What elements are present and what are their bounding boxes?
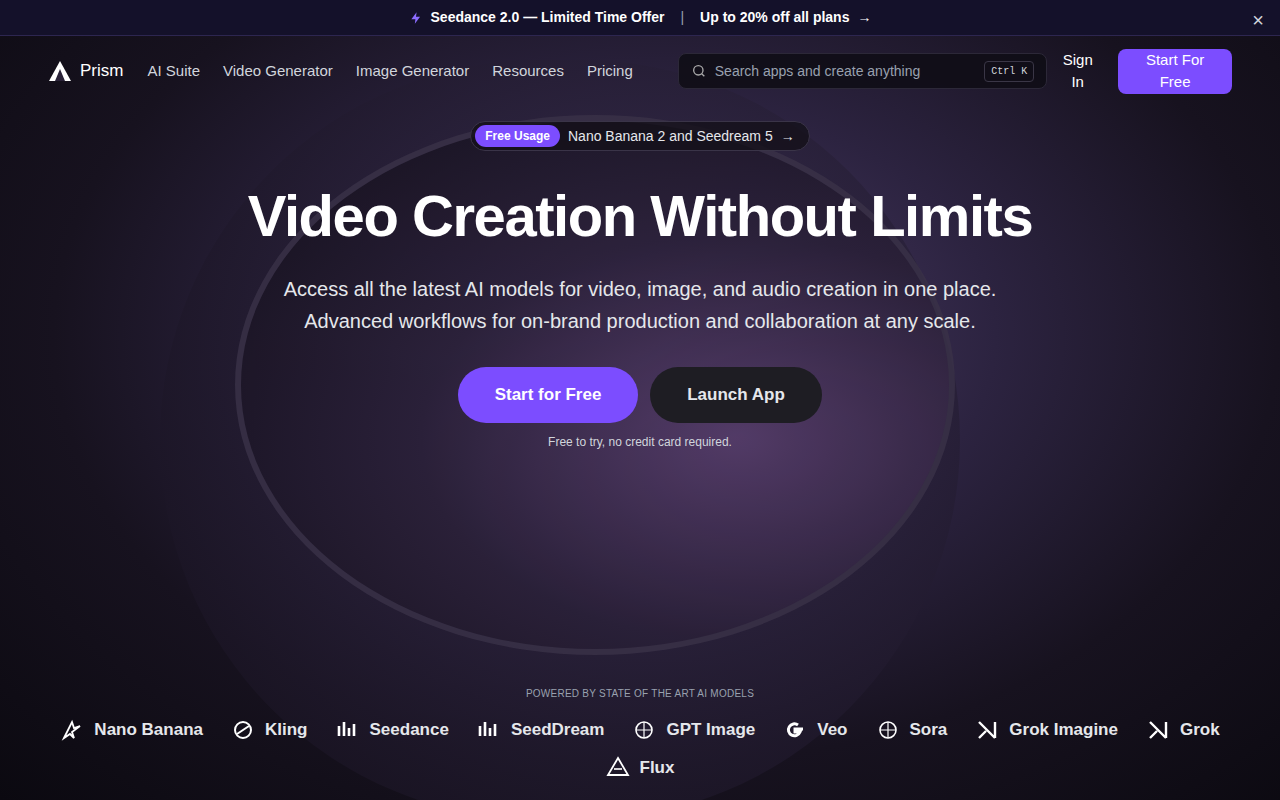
model-logo-icon	[876, 718, 900, 742]
model-logo-icon	[606, 755, 630, 779]
model-item: Flux	[606, 755, 675, 781]
model-logo-icon	[336, 718, 360, 742]
nav-link[interactable]: Image Generator	[356, 60, 469, 83]
hero-subtitle: Access all the latest AI models for vide…	[284, 273, 997, 337]
model-item: Grok	[1146, 717, 1220, 743]
model-item: Seedance	[336, 717, 449, 743]
sign-in-button[interactable]: Sign In	[1047, 49, 1108, 94]
banner-text: Seedance 2.0 — Limited Time Offer	[431, 7, 665, 28]
hero-buttons: Start for Free Launch App	[458, 367, 822, 423]
models-caption: POWERED BY STATE OF THE ART AI MODELS	[526, 686, 754, 701]
model-logo-icon	[231, 718, 255, 742]
logo-text: Prism	[80, 58, 123, 84]
search-input[interactable]	[715, 61, 976, 82]
model-logo-icon	[60, 718, 84, 742]
hero: Free Usage Nano Banana 2 and Seedream 5 …	[0, 106, 1280, 451]
model-name: Sora	[910, 717, 948, 743]
search-box[interactable]: Ctrl K	[678, 53, 1047, 89]
model-name: Seedance	[370, 717, 449, 743]
model-item: SeedDream	[477, 717, 605, 743]
nav-link[interactable]: Video Generator	[223, 60, 333, 83]
promo-banner[interactable]: Seedance 2.0 — Limited Time Offer | Up t…	[0, 0, 1280, 36]
launch-app-button[interactable]: Launch App	[650, 367, 822, 423]
navbar: Prism AI Suite Video Generator Image Gener…	[0, 36, 1280, 106]
model-item: Veo	[783, 717, 847, 743]
model-list: Nano Banana Kling Seedance SeedDream GPT Ima…	[50, 717, 1230, 780]
model-name: Kling	[265, 717, 308, 743]
model-name: Grok Imagine	[1009, 717, 1118, 743]
model-name: Veo	[817, 717, 847, 743]
bolt-icon	[409, 11, 423, 25]
logo[interactable]: Prism	[48, 58, 123, 84]
start-free-nav-button[interactable]: Start For Free	[1118, 49, 1232, 94]
model-logo-icon	[477, 718, 501, 742]
model-name: GPT Image	[666, 717, 755, 743]
model-logo-icon	[783, 718, 807, 742]
hero-title: Video Creation Without Limits	[248, 181, 1032, 251]
close-button[interactable]: ×	[1252, 6, 1264, 34]
banner-arrow[interactable]: →	[857, 7, 871, 28]
model-name: Grok	[1180, 717, 1220, 743]
banner-separator: |	[672, 7, 692, 28]
model-item: GPT Image	[632, 717, 755, 743]
models-section: POWERED BY STATE OF THE ART AI MODELS Na…	[0, 686, 1280, 780]
nav-link[interactable]: Pricing	[587, 60, 633, 83]
model-name: Flux	[640, 755, 675, 781]
subtitle-line: Access all the latest AI models for vide…	[284, 273, 997, 305]
free-usage-badge[interactable]: Free Usage Nano Banana 2 and Seedream 5 …	[470, 121, 809, 151]
model-name: SeedDream	[511, 717, 605, 743]
model-logo-icon	[632, 718, 656, 742]
badge-arrow: →	[781, 126, 795, 147]
nav-links: AI Suite Video Generator Image Generator Re…	[147, 60, 632, 83]
page: Seedance 2.0 — Limited Time Offer | Up t…	[0, 0, 1280, 800]
model-logo-icon	[1146, 718, 1170, 742]
banner-offer[interactable]: Up to 20% off all plans	[700, 7, 849, 28]
start-free-button[interactable]: Start for Free	[458, 367, 638, 423]
subtitle-line: Advanced workflows for on-brand producti…	[304, 305, 976, 337]
model-item: Nano Banana	[60, 717, 203, 743]
model-logo-icon	[975, 718, 999, 742]
model-item: Grok Imagine	[975, 717, 1118, 743]
hero-note: Free to try, no credit card required.	[548, 433, 732, 451]
nav-link[interactable]: AI Suite	[147, 60, 200, 83]
prism-logo-icon	[48, 60, 72, 82]
badge-label: Free Usage	[475, 125, 560, 147]
badge-text: Nano Banana 2 and Seedream 5	[568, 126, 773, 147]
model-item: Sora	[876, 717, 948, 743]
nav-link[interactable]: Resources	[492, 60, 564, 83]
search-icon	[691, 63, 707, 79]
shortcut-key: Ctrl K	[984, 61, 1034, 82]
model-item: Kling	[231, 717, 308, 743]
model-name: Nano Banana	[94, 717, 203, 743]
